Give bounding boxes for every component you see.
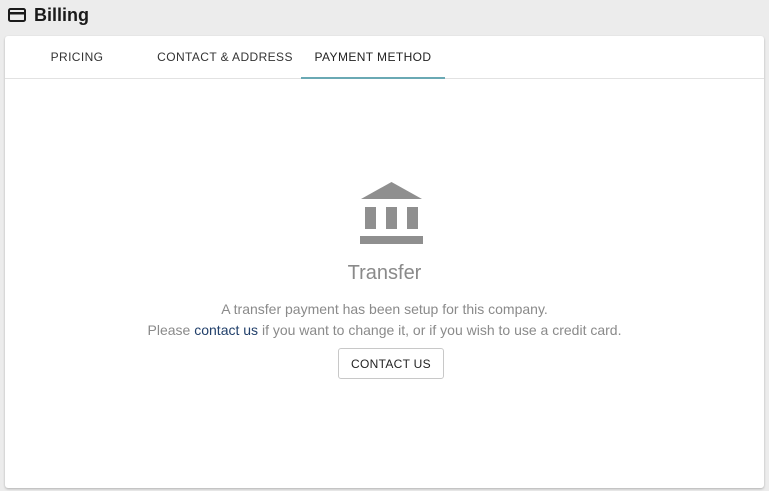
- page-header: Billing: [8, 2, 89, 28]
- page-title: Billing: [34, 4, 89, 25]
- contact-us-button[interactable]: CONTACT US: [338, 348, 444, 379]
- credit-card-icon: [8, 8, 26, 22]
- billing-card: PRICING CONTACT & ADDRESS PAYMENT METHOD…: [5, 36, 764, 488]
- tab-bar: PRICING CONTACT & ADDRESS PAYMENT METHOD: [5, 36, 764, 79]
- description-line-2: Please contact us if you want to change …: [5, 320, 764, 341]
- contact-us-link[interactable]: contact us: [194, 322, 258, 338]
- payment-method-title: Transfer: [347, 262, 422, 284]
- tab-payment-method[interactable]: PAYMENT METHOD: [301, 36, 445, 79]
- tab-pricing[interactable]: PRICING: [45, 36, 109, 78]
- bank-icon: [360, 182, 423, 245]
- tab-contact-address[interactable]: CONTACT & ADDRESS: [157, 36, 293, 78]
- description-suffix: if you want to change it, or if you wish…: [258, 322, 622, 338]
- payment-method-panel: Transfer A transfer payment has been set…: [5, 79, 764, 488]
- description-prefix: Please: [147, 322, 195, 338]
- payment-description: A transfer payment has been setup for th…: [5, 299, 764, 341]
- description-line-1: A transfer payment has been setup for th…: [221, 301, 548, 317]
